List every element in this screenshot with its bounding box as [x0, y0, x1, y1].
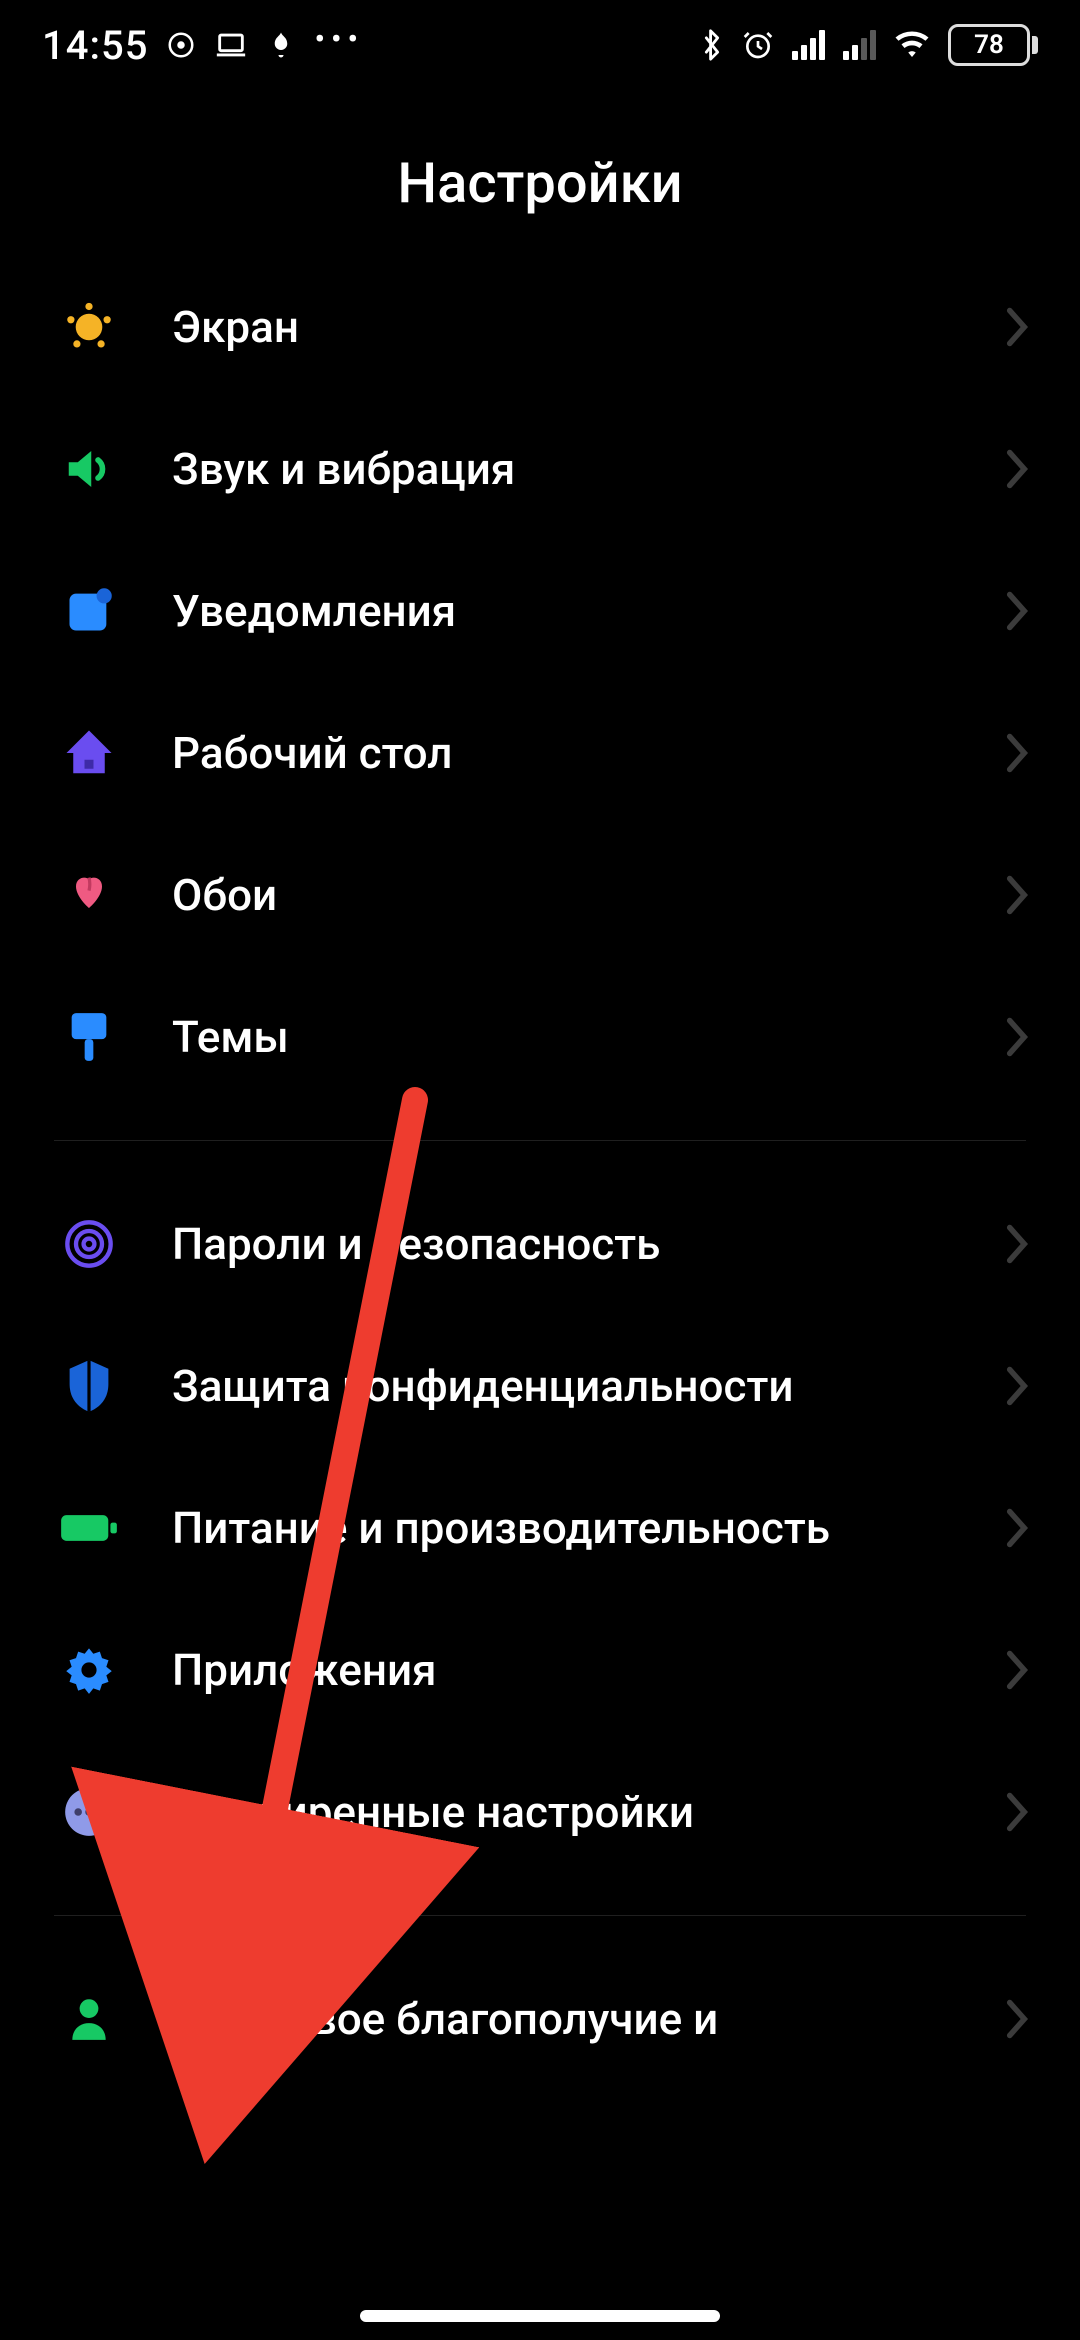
settings-item-label: Темы: [172, 1011, 952, 1063]
battery-percent: 78: [974, 30, 1004, 60]
chevron-right-icon: [1004, 589, 1030, 633]
settings-item-label: Рабочий стол: [172, 727, 952, 779]
alarm-icon: [742, 29, 774, 61]
settings-item-security[interactable]: Пароли и безопасность: [0, 1173, 1080, 1315]
wallpaper-icon: [58, 864, 120, 926]
settings-item-label: Расширенные настройки: [172, 1786, 952, 1838]
laptop-icon: [214, 30, 248, 60]
gear-icon: [58, 1639, 120, 1701]
chevron-right-icon: [1004, 731, 1030, 775]
bluetooth-icon: [700, 28, 724, 62]
settings-item-advanced[interactable]: Расширенные настройки: [0, 1741, 1080, 1883]
display-icon: [58, 296, 120, 358]
gesture-nav-indicator[interactable]: [360, 2310, 720, 2322]
fingerprint-icon: [58, 1213, 120, 1275]
page-title: Настройки: [0, 150, 1080, 216]
chevron-right-icon: [1004, 1997, 1030, 2041]
chevron-right-icon: [1004, 1506, 1030, 1550]
sound-icon: [58, 438, 120, 500]
battery-icon: [58, 1497, 120, 1559]
settings-item-battery[interactable]: Питание и производительность: [0, 1457, 1080, 1599]
settings-item-sound[interactable]: Звук и вибрация: [0, 398, 1080, 540]
settings-item-wellbeing[interactable]: Цифровое благополучие и: [0, 1948, 1080, 2090]
settings-item-label: Уведомления: [172, 585, 952, 637]
settings-item-label: Обои: [172, 869, 952, 921]
section-divider: [54, 1140, 1026, 1141]
settings-item-display[interactable]: Экран: [0, 256, 1080, 398]
settings-item-home[interactable]: Рабочий стол: [0, 682, 1080, 824]
battery-indicator: 78: [948, 24, 1038, 66]
chevron-right-icon: [1004, 447, 1030, 491]
chevron-right-icon: [1004, 305, 1030, 349]
settings-item-privacy[interactable]: Защита конфиденциальности: [0, 1315, 1080, 1457]
more-icon: •••: [314, 22, 363, 57]
signal-2-icon: [843, 30, 876, 60]
settings-item-label: Цифровое благополучие и: [172, 1993, 952, 2045]
settings-item-apps[interactable]: Приложения: [0, 1599, 1080, 1741]
chevron-right-icon: [1004, 1222, 1030, 1266]
settings-item-label: Экран: [172, 301, 952, 353]
settings-item-label: Звук и вибрация: [172, 443, 952, 495]
home-icon: [58, 722, 120, 784]
section-divider: [54, 1915, 1026, 1916]
status-left: 14:55 •••: [42, 22, 364, 69]
wifi-icon: [894, 30, 930, 60]
music-disc-icon: [166, 30, 196, 60]
person-icon: [58, 1988, 120, 2050]
flame-bell-icon: [266, 30, 296, 60]
settings-item-label: Питание и производительность: [172, 1502, 952, 1554]
settings-item-notifications[interactable]: Уведомления: [0, 540, 1080, 682]
settings-item-label: Защита конфиденциальности: [172, 1360, 952, 1412]
status-right: 78: [700, 24, 1038, 66]
shield-icon: [58, 1355, 120, 1417]
status-bar: 14:55 ••• 78: [0, 0, 1080, 90]
chevron-right-icon: [1004, 1790, 1030, 1834]
chevron-right-icon: [1004, 1015, 1030, 1059]
settings-item-label: Пароли и безопасность: [172, 1218, 952, 1270]
settings-item-themes[interactable]: Темы: [0, 966, 1080, 1108]
status-time: 14:55: [42, 22, 148, 69]
chevron-right-icon: [1004, 873, 1030, 917]
themes-icon: [58, 1006, 120, 1068]
notifications-icon: [58, 580, 120, 642]
chevron-right-icon: [1004, 1364, 1030, 1408]
more-circle-icon: [58, 1781, 120, 1843]
settings-item-wallpaper[interactable]: Обои: [0, 824, 1080, 966]
settings-item-label: Приложения: [172, 1644, 952, 1696]
signal-1-icon: [792, 30, 825, 60]
chevron-right-icon: [1004, 1648, 1030, 1692]
settings-list[interactable]: Экран Звук и вибрация Уведомления Рабочи…: [0, 256, 1080, 2090]
